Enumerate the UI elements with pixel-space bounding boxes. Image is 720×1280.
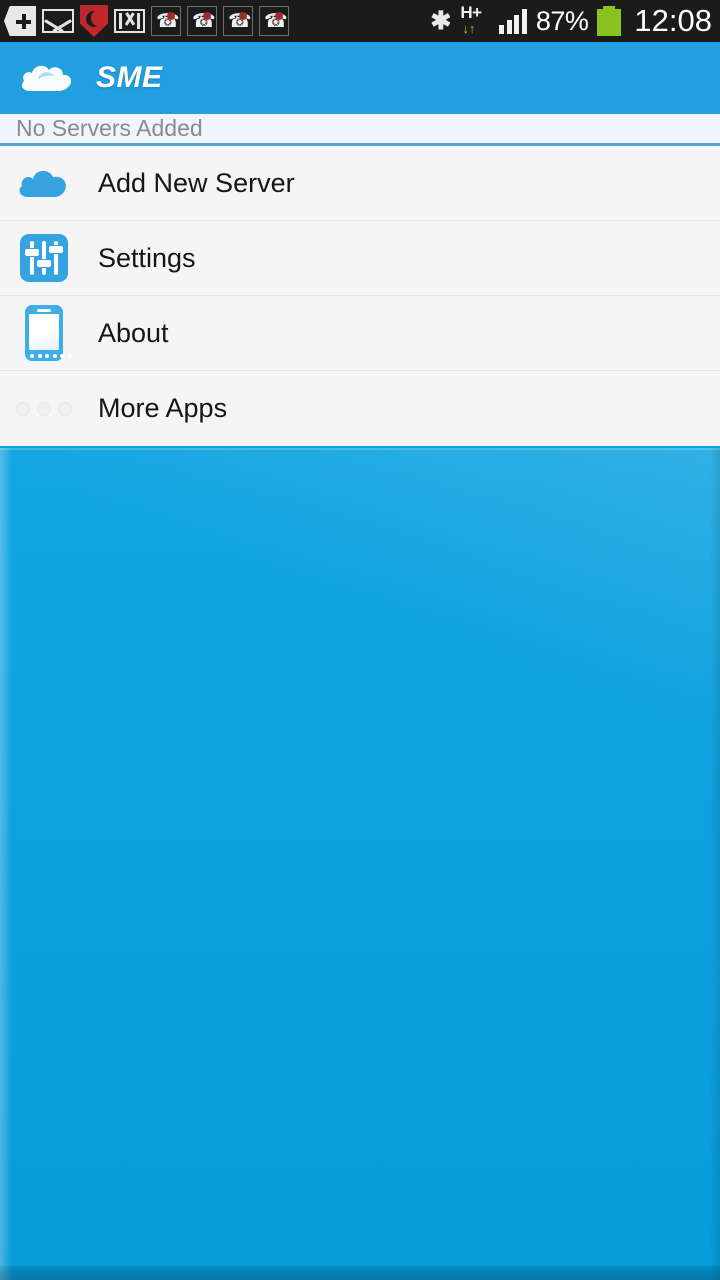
app-screen: ☎ ☎ ☎ ☎ ✱ H+ ↓↑ 87% 12:08 SME No Servers… xyxy=(0,0,720,1280)
missed-call-icon-4: ☎ xyxy=(259,6,289,36)
canvas-bottom-shadow xyxy=(0,1266,720,1280)
smartphone-icon xyxy=(12,302,76,364)
app-bar: SME xyxy=(0,42,720,114)
list-item-label: Add New Server xyxy=(98,167,295,198)
comodo-shield-icon xyxy=(80,5,108,37)
status-bar-system: ✱ H+ ↓↑ 87% 12:08 xyxy=(430,3,712,39)
list-item-label: Settings xyxy=(98,242,196,273)
missed-call-icon-3: ☎ xyxy=(223,6,253,36)
gmail-icon xyxy=(114,9,145,33)
missed-call-icon-2: ☎ xyxy=(187,6,217,36)
email-icon xyxy=(42,9,74,33)
data-up-icon: ↑ xyxy=(468,21,476,36)
cloud-icon xyxy=(12,152,76,214)
app-title: SME xyxy=(96,61,163,94)
section-header: No Servers Added xyxy=(0,114,720,146)
main-canvas xyxy=(0,448,720,1280)
add-tag-icon xyxy=(4,6,36,36)
bluetooth-icon: ✱ xyxy=(430,7,452,35)
list-item-settings[interactable]: Settings xyxy=(0,221,720,296)
status-bar: ☎ ☎ ☎ ☎ ✱ H+ ↓↑ 87% 12:08 xyxy=(0,0,720,42)
network-type-label: H+ xyxy=(460,3,482,22)
network-type-icon: H+ ↓↑ xyxy=(460,3,490,36)
three-dots-icon xyxy=(12,378,76,440)
battery-percent-label: 87% xyxy=(535,5,589,36)
section-header-label: No Servers Added xyxy=(16,115,203,141)
list-item-label: More Apps xyxy=(98,393,228,423)
cloud-logo-icon xyxy=(18,57,82,99)
list-item-label: About xyxy=(98,317,169,348)
status-bar-notifications: ☎ ☎ ☎ ☎ xyxy=(4,5,289,37)
clock-label: 12:08 xyxy=(634,3,712,38)
canvas-top-highlight xyxy=(0,448,720,450)
menu-list: Add New Server Settings About More Apps xyxy=(0,146,720,446)
list-item-about[interactable]: About xyxy=(0,296,720,371)
list-item-more-apps[interactable]: More Apps xyxy=(0,371,720,446)
signal-strength-icon xyxy=(499,8,527,34)
sliders-icon xyxy=(12,227,76,289)
list-item-add-new-server[interactable]: Add New Server xyxy=(0,146,720,221)
missed-call-icon-1: ☎ xyxy=(151,6,181,36)
battery-icon xyxy=(597,6,622,36)
